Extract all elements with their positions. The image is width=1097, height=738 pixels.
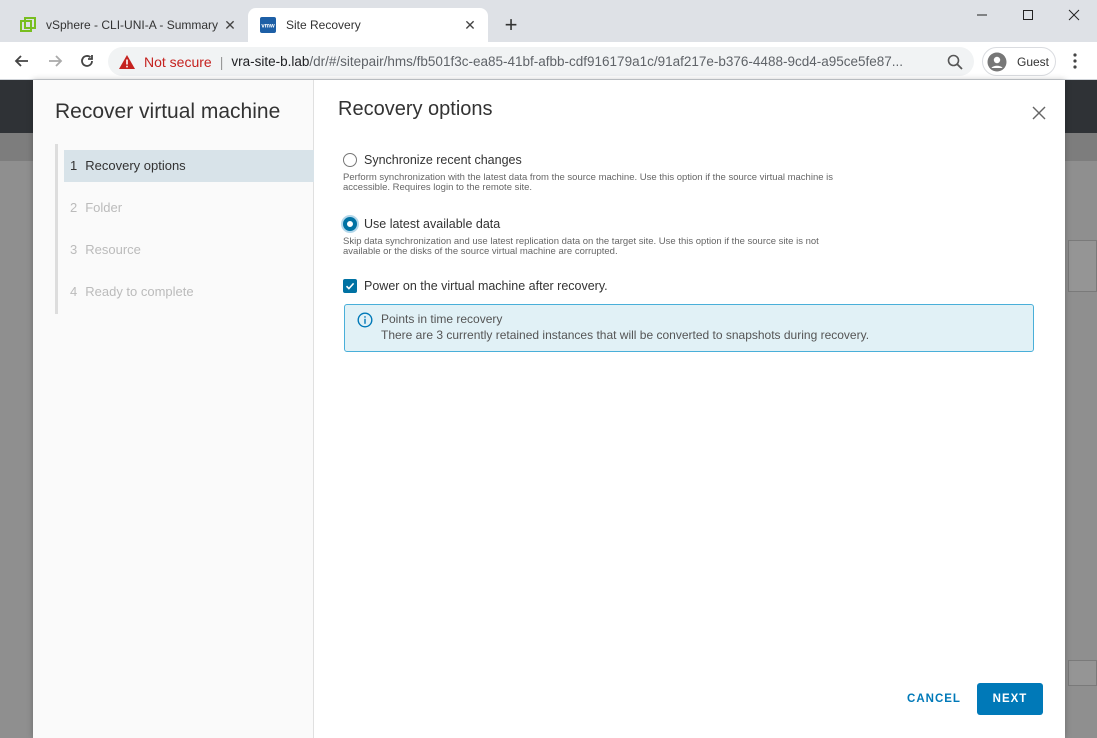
step-label: Folder	[85, 200, 123, 215]
radio-label: Use latest available data	[364, 217, 501, 231]
step-number: 3	[70, 242, 78, 257]
radio-use-latest-available-data[interactable]: Use latest available data	[343, 217, 903, 231]
window-controls	[959, 0, 1097, 30]
cancel-button[interactable]: CANCEL	[895, 683, 973, 715]
tab-title: vSphere - CLI-UNI-A - Summary	[46, 18, 219, 32]
background-panel	[1068, 240, 1097, 292]
option-description: Skip data synchronization and use latest…	[343, 237, 903, 257]
vmw-icon-text: vmw	[261, 24, 275, 30]
url-separator: |	[219, 53, 224, 70]
url-text[interactable]: vra-site-b.lab/dr/#/sitepair/hms/fb501f3…	[231, 54, 938, 69]
recover-vm-modal: Recover virtual machine 1 Recovery option…	[33, 80, 1065, 738]
info-alert: Points in time recovery There are 3 curr…	[344, 304, 1034, 352]
next-button[interactable]: NEXT	[977, 683, 1043, 715]
vmw-icon: vmw	[260, 17, 276, 33]
step-number: 2	[70, 200, 78, 215]
wizard-step-recovery-options[interactable]: 1 Recovery options	[64, 150, 314, 182]
power-on-label: Power on the virtual machine after recov…	[364, 279, 608, 293]
vsphere-icon	[20, 17, 36, 33]
page-title: Recovery options	[338, 98, 493, 120]
tab-vsphere-summary[interactable]: vSphere - CLI-UNI-A - Summary ✕	[8, 8, 248, 42]
info-icon	[357, 312, 373, 328]
radio-label: Synchronize recent changes	[364, 153, 522, 167]
address-bar[interactable]: Not secure | vra-site-b.lab/dr/#/sitepai…	[108, 47, 974, 76]
step-label: Ready to complete	[85, 284, 194, 299]
wizard-step-folder: 2 Folder	[64, 192, 314, 224]
maximize-icon[interactable]	[1005, 0, 1051, 30]
power-on-checkbox-row[interactable]: Power on the virtual machine after recov…	[343, 279, 608, 293]
avatar-icon	[987, 52, 1007, 71]
close-icon[interactable]: ✕	[222, 17, 238, 33]
back-arrow-icon[interactable]	[10, 49, 34, 73]
power-on-checkbox[interactable]	[343, 279, 357, 293]
wizard-step-ready-to-complete: 4 Ready to complete	[64, 276, 314, 308]
wizard-steps: 1 Recovery options 2 Folder 3 Resource 4 Rea…	[55, 144, 314, 314]
background-panel	[1068, 660, 1097, 686]
option-latest-data: Use latest available data Skip data sync…	[343, 217, 903, 257]
option-description-line: available or the disks of the source vir…	[343, 246, 618, 257]
wizard-title: Recover virtual machine	[55, 100, 281, 123]
step-number: 1	[70, 158, 78, 173]
wizard-steps-panel: Recover virtual machine 1 Recovery option…	[33, 80, 314, 738]
profile-button[interactable]: Guest	[982, 47, 1056, 76]
radio-button[interactable]	[343, 153, 357, 167]
url-path: /dr/#/sitepair/hms/fb501f3c-ea85-41bf-af…	[309, 54, 904, 69]
close-icon[interactable]: ✕	[462, 17, 478, 33]
alert-title: Points in time recovery	[381, 312, 503, 326]
radio-button-selected[interactable]	[343, 217, 357, 231]
close-icon[interactable]	[1030, 104, 1048, 122]
tab-title: Site Recovery	[286, 18, 361, 32]
wizard-content: Recovery options Synchronize recent chan…	[314, 80, 1065, 738]
tab-site-recovery[interactable]: vmw Site Recovery ✕	[248, 8, 488, 42]
not-secure-label[interactable]: Not secure	[144, 54, 212, 70]
step-label: Recovery options	[85, 158, 186, 173]
reload-icon[interactable]	[75, 49, 99, 73]
window-close-icon[interactable]	[1051, 0, 1097, 30]
checkmark-icon	[345, 282, 355, 290]
zoom-icon[interactable]	[946, 53, 964, 71]
minimize-icon[interactable]	[959, 0, 1005, 30]
radio-synchronize-recent-changes[interactable]: Synchronize recent changes	[343, 153, 903, 167]
browser-tab-bar: vSphere - CLI-UNI-A - Summary ✕ vmw Site…	[0, 0, 1097, 42]
url-host: vra-site-b.lab	[231, 54, 310, 69]
wizard-step-resource: 3 Resource	[64, 234, 314, 266]
profile-label: Guest	[1017, 54, 1050, 69]
browser-toolbar: Not secure | vra-site-b.lab/dr/#/sitepai…	[0, 42, 1097, 80]
alert-body: Points in time recovery There are 3 curr…	[381, 311, 869, 351]
option-description: Perform synchronization with the latest …	[343, 173, 903, 193]
alert-text: There are 3 currently retained instances…	[381, 328, 870, 342]
step-number: 4	[70, 284, 78, 299]
more-menu-icon[interactable]	[1064, 50, 1086, 72]
warning-icon	[119, 54, 135, 69]
option-description-line: accessible. Requires login to the remote…	[343, 182, 533, 193]
new-tab-icon[interactable]: +	[500, 14, 522, 36]
forward-arrow-icon[interactable]	[43, 49, 67, 73]
step-label: Resource	[85, 242, 141, 257]
option-synchronize: Synchronize recent changes Perform synch…	[343, 153, 903, 193]
